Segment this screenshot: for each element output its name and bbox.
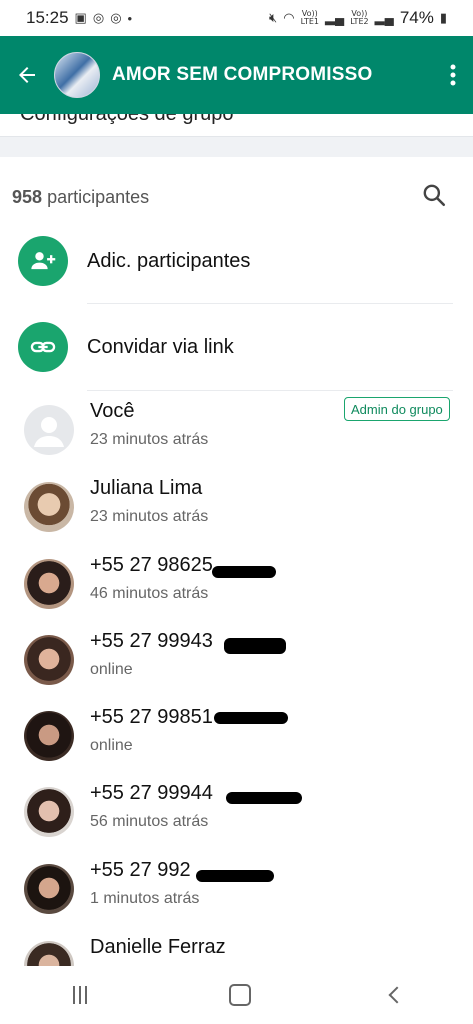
gallery-notification-icon: ▣ [74, 10, 87, 25]
divider [87, 303, 453, 304]
member-avatar [24, 941, 74, 966]
link-icon [30, 341, 56, 353]
whatsapp-notification-icon-2: ◎ [110, 10, 122, 25]
add-person-icon [31, 252, 56, 270]
admin-badge: Admin do grupo [344, 397, 450, 421]
member-last-seen: online [90, 737, 133, 754]
more-options-button[interactable] [433, 64, 473, 86]
system-back-button[interactable] [388, 986, 406, 1004]
back-button[interactable] [0, 36, 54, 114]
redaction-scribble [224, 638, 286, 654]
member-name: Juliana Lima [90, 477, 203, 499]
back-arrow-icon [19, 67, 35, 83]
participants-header: 958 participantes [0, 170, 473, 224]
member-row[interactable]: +55 27 992 1 minutos atrás [0, 852, 473, 928]
more-notifications-dot: • [127, 10, 133, 26]
battery-icon: ▮ [439, 10, 447, 25]
member-last-seen: 23 minutos atrás [90, 508, 209, 525]
member-phone: +55 27 99943 [90, 630, 213, 652]
invite-via-link-row[interactable]: Convidar via link [0, 309, 473, 385]
invite-via-link-label: Convidar via link [87, 335, 234, 358]
member-last-seen: 23 minutos atrás [90, 431, 209, 448]
divider [87, 390, 453, 391]
person-placeholder-icon [34, 417, 64, 447]
wifi-icon: ◠ [283, 10, 295, 25]
recent-apps-button[interactable] [70, 986, 90, 1004]
home-button[interactable] [229, 984, 252, 1006]
member-last-seen: online [90, 661, 133, 678]
participant-count-label: participantes [47, 186, 150, 207]
signal-icon-1: ▂▄ [324, 10, 345, 25]
member-row[interactable]: Danielle Ferraz [0, 929, 473, 966]
more-vert-icon [450, 64, 456, 86]
participant-count-number: 958 [12, 186, 43, 207]
member-row[interactable]: +55 27 99851 online [0, 699, 473, 775]
status-bar: 15:25 ▣ ◎ ◎ • 🔇︎ ◠ Vo)) LTE1 ▂▄ Vo)) LTE… [0, 0, 473, 36]
clock: 15:25 [26, 8, 69, 27]
status-bar-left: 15:25 ▣ ◎ ◎ • [26, 8, 132, 28]
member-phone: +55 27 992 [90, 859, 191, 881]
add-participants-icon-circle [18, 236, 68, 286]
redaction-scribble [212, 566, 276, 578]
member-name: Danielle Ferraz [90, 936, 226, 958]
sim2-volte-label: Vo)) LTE2 [350, 9, 369, 26]
member-phone: +55 27 98625 [90, 554, 213, 576]
group-settings-row[interactable]: Configurações de grupo [0, 114, 473, 136]
group-info-header: AMOR SEM COMPROMISSO [0, 36, 473, 114]
status-bar-right: 🔇︎ ◠ Vo)) LTE1 ▂▄ Vo)) LTE2 ▂▄ 74% ▮ [269, 8, 447, 28]
section-separator [0, 136, 473, 157]
member-phone: +55 27 99851 [90, 706, 213, 728]
member-avatar [24, 864, 74, 914]
group-settings-label: Configurações de grupo [20, 114, 234, 125]
member-phone: +55 27 99944 [90, 782, 213, 804]
member-row-you[interactable]: Você 23 minutos atrás Admin do grupo [0, 393, 473, 469]
search-participants-button[interactable] [421, 182, 447, 208]
member-avatar [24, 787, 74, 837]
member-row[interactable]: +55 27 99944 56 minutos atrás [0, 775, 473, 851]
member-avatar [24, 482, 74, 532]
group-title: AMOR SEM COMPROMISSO [112, 64, 373, 85]
member-last-seen: 46 minutos atrás [90, 585, 209, 602]
add-participants-label: Adic. participantes [87, 249, 251, 272]
redaction-scribble [196, 870, 274, 882]
member-row[interactable]: Juliana Lima 23 minutos atrás [0, 470, 473, 546]
member-avatar [24, 559, 74, 609]
member-row[interactable]: +55 27 99943 online [0, 623, 473, 699]
system-navigation-bar [0, 966, 473, 1024]
redaction-scribble [226, 792, 302, 804]
default-avatar [24, 405, 74, 455]
member-name: Você [90, 400, 135, 422]
mute-icon: 🔇︎ [269, 10, 278, 25]
sim1-volte-label: Vo)) LTE1 [300, 9, 319, 26]
battery-percentage: 74% [399, 8, 434, 27]
member-last-seen: 56 minutos atrás [90, 813, 209, 830]
member-last-seen: 1 minutos atrás [90, 890, 200, 907]
member-avatar [24, 635, 74, 685]
member-row[interactable]: +55 27 98625 46 minutos atrás [0, 547, 473, 623]
whatsapp-notification-icon: ◎ [92, 10, 105, 25]
search-icon [423, 184, 446, 207]
invite-link-icon-circle [18, 322, 68, 372]
member-avatar [24, 711, 74, 761]
add-participants-row[interactable]: Adic. participantes [0, 223, 473, 299]
signal-icon-2: ▂▄ [374, 10, 394, 25]
group-avatar[interactable] [54, 52, 100, 98]
participant-count: 958 participantes [12, 187, 149, 208]
redaction-scribble [214, 712, 288, 724]
